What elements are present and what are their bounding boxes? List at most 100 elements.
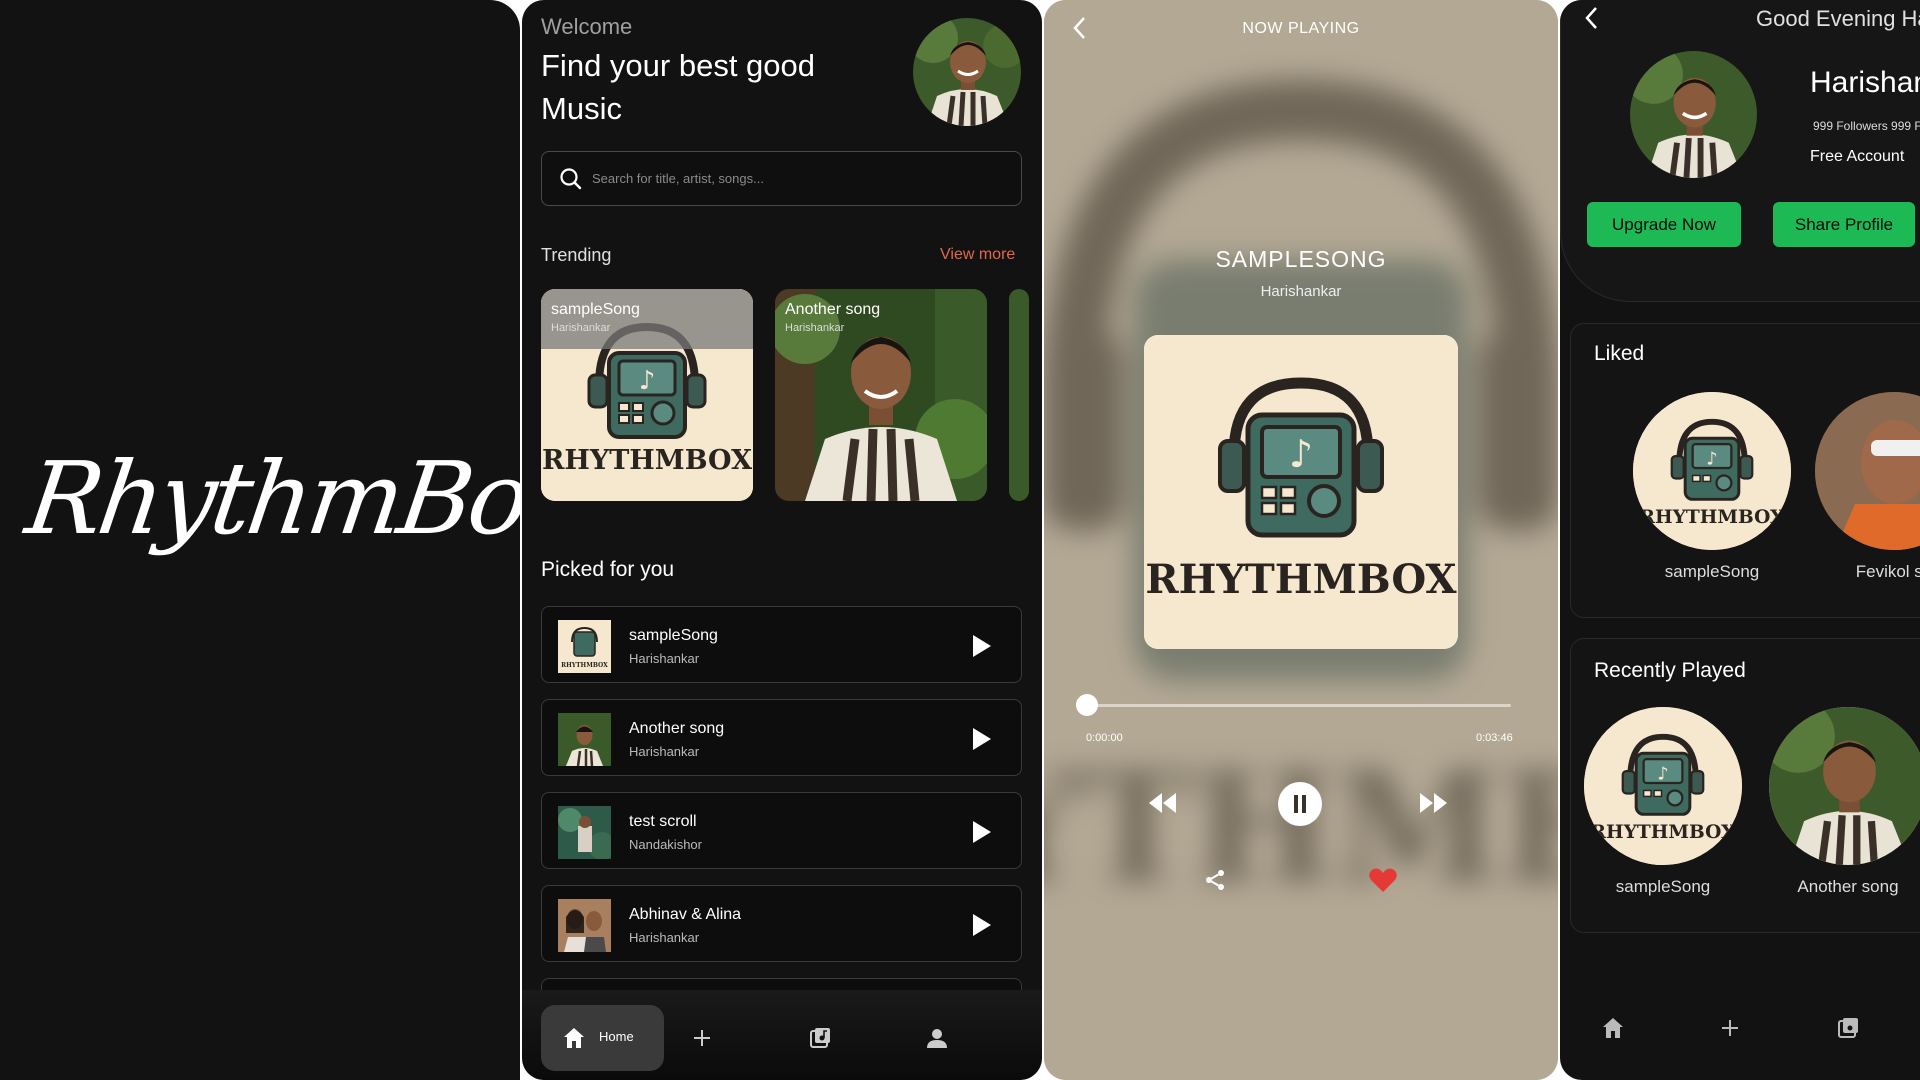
svg-text:RHYTHMBOX: RHYTHMBOX (1145, 556, 1456, 603)
song-thumbnail (558, 713, 611, 766)
song-artist: Harishankar (629, 651, 700, 666)
bottom-nav (1560, 990, 1920, 1080)
trending-card[interactable]: ♪ RHYTHMBOX sampleSong Harishankar (541, 289, 753, 501)
liked-heading: Liked (1594, 342, 1645, 365)
avatar (1630, 51, 1757, 178)
add-icon[interactable] (1717, 1015, 1743, 1041)
profile-icon[interactable] (924, 1025, 950, 1051)
search-bar[interactable] (541, 151, 1022, 206)
account-type: Free Account (1810, 148, 1905, 165)
profile-screen: Good Evening Harishankar Harishankar 999… (1560, 0, 1920, 1080)
card-artist: Harishankar (785, 322, 845, 334)
play-icon[interactable] (969, 726, 993, 752)
play-icon[interactable] (969, 819, 993, 845)
progress-handle[interactable] (1076, 694, 1098, 716)
card-title: sampleSong (551, 301, 640, 318)
song-title: Abhinav & Alina (629, 906, 742, 923)
nav-home-button[interactable]: Home (541, 1005, 664, 1071)
album-cover: ♪ RHYTHMBOX (1144, 335, 1458, 649)
rewind-icon[interactable] (1146, 790, 1178, 816)
fast-forward-icon[interactable] (1418, 790, 1450, 816)
library-icon[interactable] (807, 1025, 833, 1051)
svg-text:RHYTHMBOX: RHYTHMBOX (1640, 507, 1785, 528)
song-thumbnail (558, 899, 611, 952)
share-icon[interactable] (1203, 868, 1227, 892)
splash-logo: RhythmBox (19, 440, 520, 557)
now-playing-header: NOW PLAYING (1242, 20, 1360, 37)
recent-item-title: sampleSong (1615, 877, 1711, 896)
trending-card[interactable] (1009, 289, 1029, 501)
svg-text:YTHMB: YTHMB (1044, 740, 1558, 916)
svg-text:RHYTHMBOX: RHYTHMBOX (561, 662, 608, 669)
play-icon[interactable] (969, 633, 993, 659)
card-label: sampleSong Harishankar (541, 289, 753, 349)
card-label: Another song Harishankar (775, 289, 987, 349)
picked-heading: Picked for you (541, 558, 675, 581)
svg-text:♪: ♪ (1657, 763, 1668, 784)
song-row[interactable]: test scroll Nandakishor (541, 792, 1022, 869)
card-title: Another song (785, 301, 881, 318)
greeting: Good Evening Harishankar (1756, 6, 1920, 31)
recent-item-image[interactable]: ♪ RHYTHMBOX (1584, 707, 1742, 865)
song-title: sampleSong (629, 627, 718, 644)
home-icon (564, 1028, 584, 1048)
song-thumbnail (558, 806, 611, 859)
progress-bar[interactable] (1088, 704, 1511, 707)
song-artist: Nandakishor (629, 837, 702, 852)
song-row[interactable]: RHYTHMBOX sampleSong Harishankar (541, 606, 1022, 683)
card-artist: Harishankar (551, 322, 611, 334)
heart-icon[interactable] (1368, 866, 1398, 894)
search-icon (560, 168, 582, 190)
follow-stats: 999 Followers 999 Following (1813, 119, 1920, 133)
song-row[interactable]: Another song Harishankar (541, 699, 1022, 776)
headline: Find your best good Music (541, 48, 816, 126)
upgrade-button[interactable]: Upgrade Now (1587, 202, 1741, 247)
home-screen: Welcome Find your best good Music Trendi… (522, 0, 1042, 1080)
recent-item-image[interactable] (1769, 707, 1920, 865)
pause-icon (1294, 795, 1306, 813)
add-icon[interactable] (689, 1025, 715, 1051)
liked-item-image[interactable] (1815, 392, 1920, 550)
pause-button[interactable] (1278, 782, 1322, 826)
avatar[interactable] (913, 18, 1021, 126)
rhythmbox-logo-icon: ♪ RHYTHMBOX (1584, 707, 1742, 865)
svg-text:RHYTHMBOX: RHYTHMBOX (1591, 822, 1736, 843)
bottom-nav: Home (522, 990, 1042, 1080)
library-icon[interactable] (1835, 1015, 1861, 1041)
song-title: test scroll (629, 813, 697, 830)
liked-item-image[interactable]: ♪ RHYTHMBOX (1633, 392, 1791, 550)
svg-text:♪: ♪ (639, 366, 656, 396)
nav-home-label: Home (599, 1029, 634, 1044)
trending-card[interactable]: Another song Harishankar (775, 289, 987, 501)
song-title: Another song (629, 720, 725, 737)
now-playing-screen: YTHMB NOW PLAYING SAMPLESONG Harishankar… (1044, 0, 1558, 1080)
song-row[interactable]: Abhinav & Alina Harishankar (541, 885, 1022, 962)
song-artist: Harishankar (629, 930, 700, 945)
liked-item-title: Fevikol se (1855, 562, 1920, 581)
splash-screen: RhythmBox (0, 0, 520, 1080)
total-time: 0:03:46 (1476, 732, 1513, 744)
recent-heading: Recently Played (1594, 659, 1746, 682)
back-icon[interactable] (1582, 4, 1602, 32)
svg-text:♪: ♪ (1706, 448, 1717, 469)
song-artist: Harishankar (1260, 283, 1342, 300)
song-title: SAMPLESONG (1215, 246, 1387, 272)
trending-heading: Trending (541, 245, 612, 265)
play-icon[interactable] (969, 912, 993, 938)
share-profile-button[interactable]: Share Profile (1773, 202, 1915, 247)
liked-item-title: sampleSong (1664, 562, 1760, 581)
song-artist: Harishankar (629, 744, 700, 759)
liked-section: Liked ♪ RHYTHMBOX sampleSong Fevikol se (1570, 323, 1920, 618)
recently-played-section: Recently Played ♪ RHYTHMBOX sampleSong A… (1570, 638, 1920, 933)
svg-text:RHYTHMBOX: RHYTHMBOX (542, 445, 752, 476)
home-icon[interactable] (1600, 1015, 1626, 1041)
welcome-label: Welcome (541, 14, 633, 39)
svg-text:♪: ♪ (1289, 432, 1313, 476)
rhythmbox-logo-icon: ♪ RHYTHMBOX (1633, 392, 1791, 550)
rhythmbox-logo-icon: ♪ RHYTHMBOX (1144, 335, 1458, 649)
recent-item-title: Another song (1797, 877, 1899, 896)
view-more-link[interactable]: View more (940, 246, 1015, 264)
search-input[interactable] (592, 152, 1012, 205)
profile-name: Harishankar (1810, 66, 1920, 99)
current-time: 0:00:00 (1086, 732, 1123, 744)
